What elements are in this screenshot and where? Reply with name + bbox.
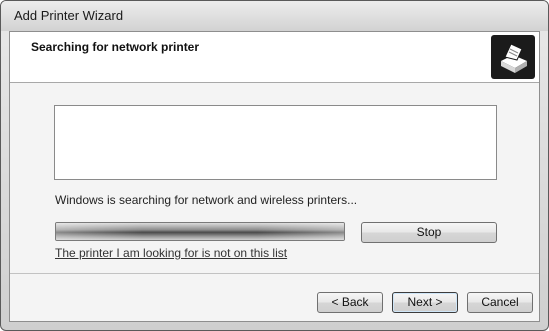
search-status-text: Windows is searching for network and wir…: [55, 193, 358, 207]
title-bar[interactable]: Add Printer Wizard: [1, 1, 548, 31]
window-title: Add Printer Wizard: [14, 8, 124, 23]
back-button[interactable]: < Back: [317, 292, 383, 313]
progress-fill: [56, 223, 344, 240]
page-title: Searching for network printer: [31, 40, 200, 54]
wizard-header: Searching for network printer: [10, 32, 539, 83]
search-progress-bar: [55, 222, 345, 241]
stop-button[interactable]: Stop: [361, 222, 497, 243]
add-printer-wizard-window: Add Printer Wizard Searching for network…: [0, 0, 549, 331]
wizard-body: Searching for network printer Windows is…: [9, 31, 540, 322]
printer-results-list[interactable]: [54, 105, 497, 180]
printer-not-listed-link[interactable]: The printer I am looking for is not on t…: [55, 246, 287, 260]
footer-divider: [10, 273, 539, 274]
cancel-button[interactable]: Cancel: [467, 292, 533, 313]
next-button[interactable]: Next >: [392, 292, 458, 313]
printer-icon: [491, 35, 535, 79]
